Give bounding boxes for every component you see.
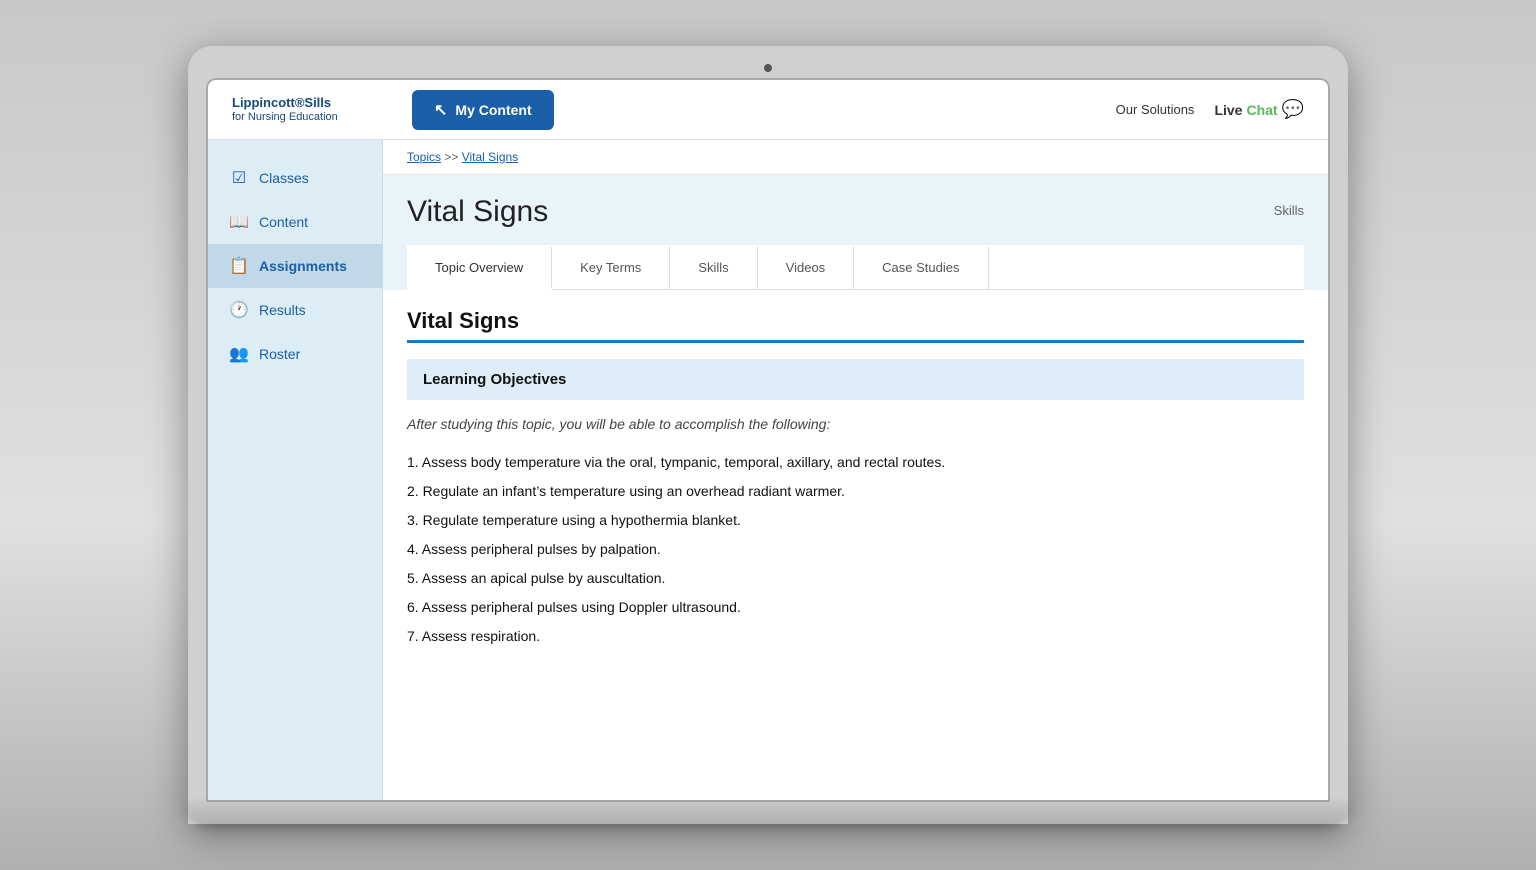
objectives-list: 1. Assess body temperature via the oral,… bbox=[407, 448, 1304, 651]
learning-objectives-box: Learning Objectives bbox=[407, 359, 1304, 400]
list-item: 3. Regulate temperature using a hypother… bbox=[407, 506, 1304, 535]
sidebar-item-results-label: Results bbox=[259, 302, 306, 318]
cursor-icon: ↖ bbox=[434, 100, 447, 120]
tab-case-studies[interactable]: Case Studies bbox=[854, 245, 988, 289]
skills-label: Skills bbox=[1274, 195, 1304, 218]
content-area: Topics >> Vital Signs Vital Signs Skills bbox=[383, 140, 1328, 800]
list-item: 6. Assess peripheral pulses using Dopple… bbox=[407, 593, 1304, 622]
intro-text: After studying this topic, you will be a… bbox=[407, 416, 1304, 432]
breadcrumb-topics[interactable]: Topics bbox=[407, 150, 441, 164]
sidebar-item-classes-label: Classes bbox=[259, 170, 309, 186]
sidebar-item-assignments-label: Assignments bbox=[259, 258, 347, 274]
page-title: Vital Signs bbox=[407, 195, 548, 229]
sidebar-item-classes[interactable]: ☑ Classes bbox=[208, 156, 382, 200]
list-item: 1. Assess body temperature via the oral,… bbox=[407, 448, 1304, 477]
roster-icon: 👥 bbox=[229, 344, 249, 364]
breadcrumb-separator: >> bbox=[444, 150, 458, 164]
tab-videos[interactable]: Videos bbox=[758, 245, 855, 289]
logo: Lippincott®Sills for Nursing Education bbox=[232, 95, 392, 124]
tab-topic-overview[interactable]: Topic Overview bbox=[407, 245, 552, 290]
sidebar-item-roster[interactable]: 👥 Roster bbox=[208, 332, 382, 376]
tabs: Topic Overview Key Terms Skills Videos bbox=[407, 245, 1304, 290]
livechat-live: Live bbox=[1214, 102, 1242, 118]
tab-skills[interactable]: Skills bbox=[670, 245, 757, 289]
main-body: ☑ Classes 📖 Content 📋 Assignments 🕐 Resu… bbox=[208, 140, 1328, 800]
results-icon: 🕐 bbox=[229, 300, 249, 320]
my-content-button[interactable]: ↖ My Content bbox=[412, 90, 554, 130]
page-header: Vital Signs Skills Topic Overview Key Te… bbox=[383, 175, 1328, 290]
classes-icon: ☑ bbox=[229, 168, 249, 188]
header-links: Our Solutions LiveChat 💬 bbox=[1116, 99, 1304, 120]
assignments-icon: 📋 bbox=[229, 256, 249, 276]
list-item: 2. Regulate an infant’s temperature usin… bbox=[407, 477, 1304, 506]
breadcrumb: Topics >> Vital Signs bbox=[383, 140, 1328, 175]
topic-content: Vital Signs Learning Objectives After st… bbox=[383, 290, 1328, 675]
tab-key-terms[interactable]: Key Terms bbox=[552, 245, 670, 289]
livechat[interactable]: LiveChat 💬 bbox=[1214, 99, 1304, 120]
list-item: 7. Assess respiration. bbox=[407, 622, 1304, 651]
blue-divider bbox=[407, 340, 1304, 343]
header: Lippincott®Sills for Nursing Education ↖… bbox=[208, 80, 1328, 140]
sidebar-item-content[interactable]: 📖 Content bbox=[208, 200, 382, 244]
sidebar-item-content-label: Content bbox=[259, 214, 308, 230]
list-item: 5. Assess an apical pulse by auscultatio… bbox=[407, 564, 1304, 593]
logo-title: Lippincott®Sills bbox=[232, 95, 392, 111]
sidebar: ☑ Classes 📖 Content 📋 Assignments 🕐 Resu… bbox=[208, 140, 383, 800]
my-content-label: My Content bbox=[455, 102, 531, 118]
livechat-chat: Chat bbox=[1246, 102, 1277, 118]
logo-subtitle: for Nursing Education bbox=[232, 111, 392, 124]
content-icon: 📖 bbox=[229, 212, 249, 232]
sidebar-item-roster-label: Roster bbox=[259, 346, 300, 362]
livechat-icon: 💬 bbox=[1282, 99, 1304, 120]
breadcrumb-current[interactable]: Vital Signs bbox=[462, 150, 518, 164]
sidebar-item-results[interactable]: 🕐 Results bbox=[208, 288, 382, 332]
topic-heading: Vital Signs bbox=[407, 290, 1304, 340]
learning-objectives-title: Learning Objectives bbox=[423, 371, 1288, 388]
our-solutions-link[interactable]: Our Solutions bbox=[1116, 102, 1195, 117]
list-item: 4. Assess peripheral pulses by palpation… bbox=[407, 535, 1304, 564]
sidebar-item-assignments[interactable]: 📋 Assignments bbox=[208, 244, 382, 288]
